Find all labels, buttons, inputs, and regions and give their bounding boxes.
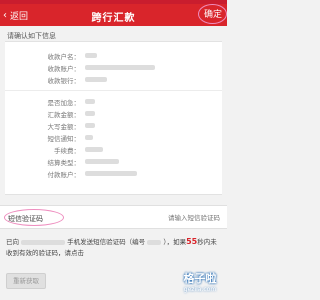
info-row: 收款银行： — [5, 75, 222, 86]
row-label: 短信通知： — [47, 135, 81, 143]
highlight-circle — [198, 4, 227, 24]
row-value — [85, 75, 107, 83]
row-label: 汇款金额： — [47, 111, 81, 119]
confirm-prompt: 请确认如下信息 — [7, 32, 56, 40]
redacted-value — [85, 52, 97, 58]
redacted-value — [85, 146, 103, 152]
row-value — [85, 169, 137, 177]
row-label: 手续费： — [54, 147, 80, 155]
redacted-value — [85, 98, 95, 104]
sms-notice: 已向 手机发送短信验证码（编号 ），如果55秒内未收到有效的验证码，请点击 — [6, 236, 220, 259]
info-row: 收款账户： — [5, 63, 222, 74]
info-row: 大写金额： — [5, 121, 222, 132]
row-label: 收款户名： — [47, 53, 81, 61]
redacted-value — [85, 134, 93, 140]
row-label: 是否加急： — [47, 99, 81, 107]
info-row: 是否加急： — [5, 97, 222, 108]
row-value — [85, 63, 155, 71]
redacted-value — [85, 110, 95, 116]
row-value — [85, 157, 119, 165]
info-row: 手续费： — [5, 145, 222, 156]
row-value — [85, 133, 93, 141]
info-row: 短信通知： — [5, 133, 222, 144]
row-value — [85, 145, 103, 153]
redacted-value — [85, 122, 95, 128]
redacted-phone — [21, 239, 66, 245]
row-label: 结算类型： — [47, 159, 81, 167]
info-row: 收款户名： — [5, 51, 222, 62]
divider — [5, 90, 222, 91]
redacted-value — [85, 76, 107, 82]
highlight-circle — [4, 209, 64, 226]
title-bar: ‹ 返回 跨行汇款 确定 — [0, 4, 227, 26]
row-label: 付款账户： — [47, 171, 81, 179]
info-row: 结算类型： — [5, 157, 222, 168]
row-value — [85, 97, 95, 105]
notice-text: 手机发送短信验证码（编号 — [67, 238, 146, 246]
row-label: 大写金额： — [47, 123, 81, 131]
row-value — [85, 51, 97, 59]
resend-button[interactable]: 重新获取 — [6, 273, 46, 289]
countdown-seconds: 55 — [186, 237, 198, 246]
transfer-confirm-screen: ‹ 返回 跨行汇款 确定 请确认如下信息 收款户名： 收款账户： 收款银行： 是… — [0, 0, 227, 300]
sms-code-row: 短信验证码 — [0, 205, 227, 229]
transfer-info-card: 收款户名： 收款账户： 收款银行： 是否加急： 汇款金额： 大写金额： 短信通知… — [5, 41, 222, 195]
redacted-value — [85, 170, 137, 176]
watermark-main: 格子啦 — [183, 272, 217, 285]
notice-text: ），如果 — [163, 238, 187, 246]
redacted-value — [85, 64, 155, 70]
notice-text: 已向 — [6, 238, 19, 246]
info-row: 付款账户： — [5, 169, 222, 180]
row-value — [85, 109, 95, 117]
row-label: 收款账户： — [47, 65, 81, 73]
row-value — [85, 121, 95, 129]
sms-code-input[interactable] — [90, 211, 220, 225]
page-title: 跨行汇款 — [91, 13, 136, 24]
watermark-sub: gezila.com — [183, 286, 217, 293]
redacted-code-id — [147, 239, 162, 245]
info-row: 汇款金额： — [5, 109, 222, 120]
watermark-logo: 格子啦 gezila.com — [176, 270, 224, 293]
row-label: 收款银行： — [47, 77, 81, 85]
redacted-value — [85, 158, 119, 164]
